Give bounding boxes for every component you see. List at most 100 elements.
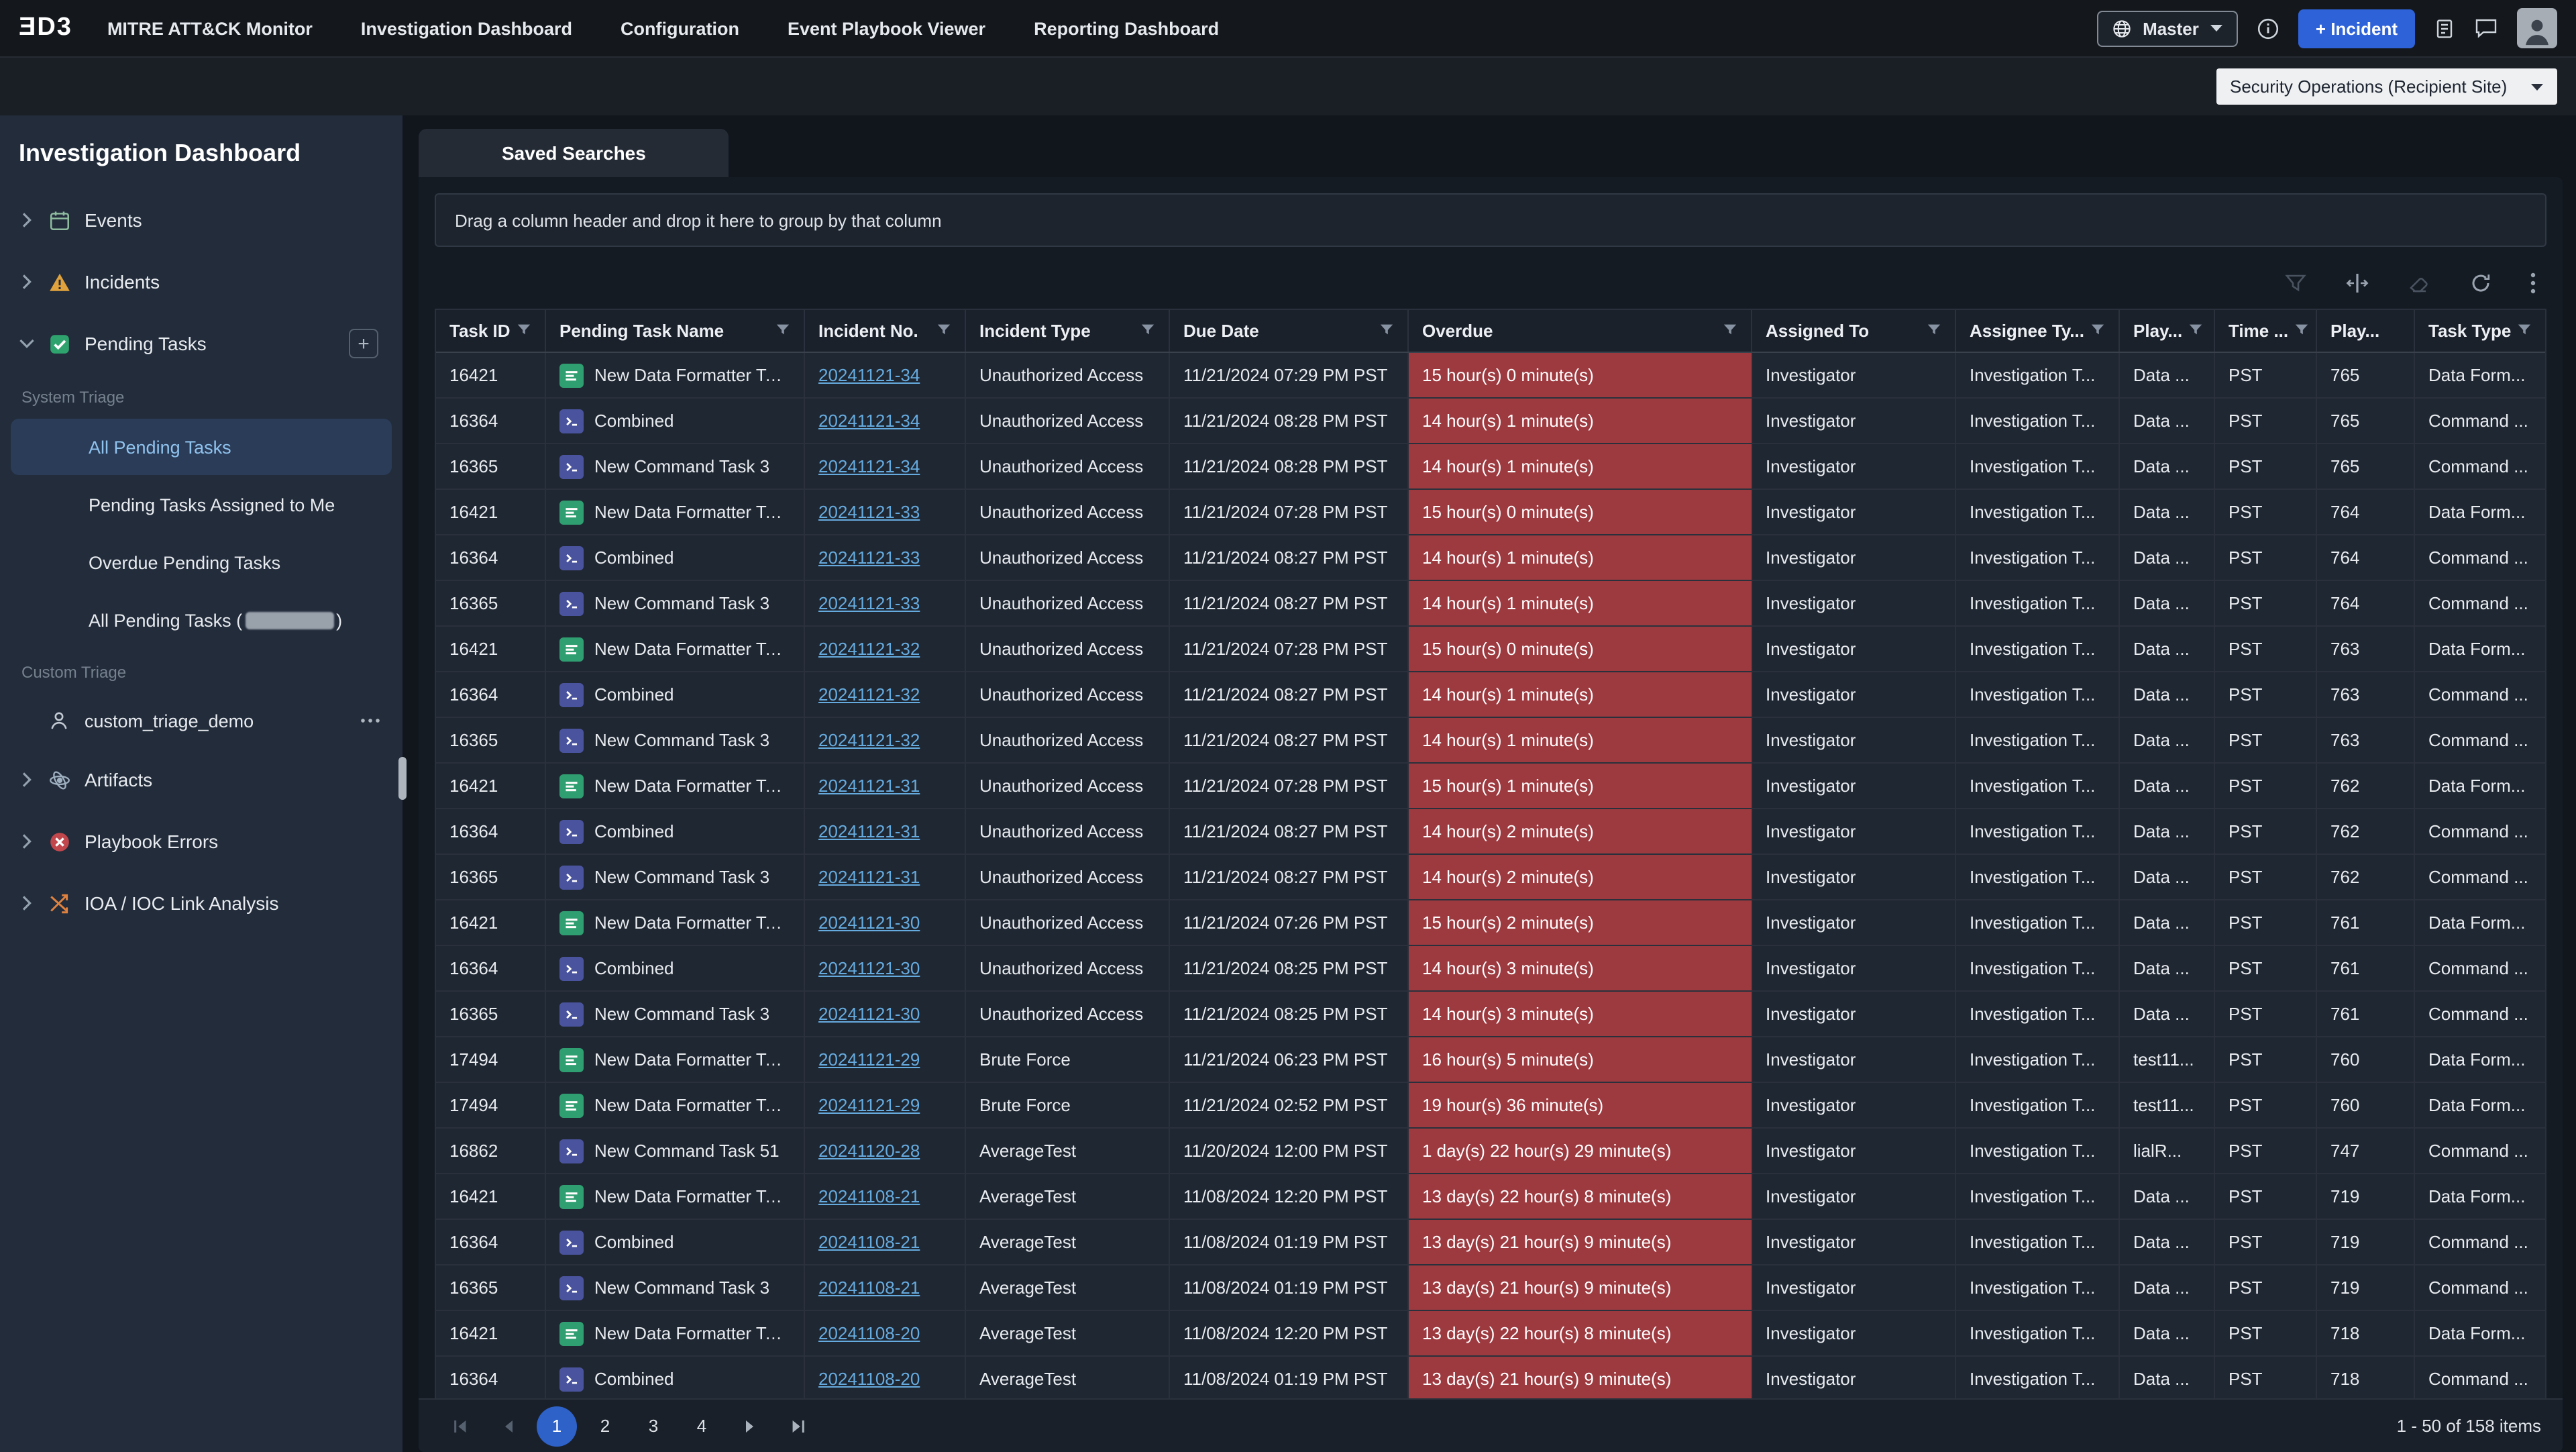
filter-icon[interactable]	[936, 321, 951, 341]
incident-link[interactable]: 20241108-21	[818, 1186, 920, 1206]
pager-page-4[interactable]: 4	[682, 1406, 722, 1446]
table-row[interactable]: 16365New Command Task 320241108-21Averag…	[436, 1265, 2545, 1311]
topnav-item[interactable]: Event Playbook Viewer	[788, 18, 985, 38]
column-header[interactable]: Play...	[2120, 310, 2215, 352]
incident-link[interactable]: 20241120-28	[818, 1141, 920, 1161]
new-incident-button[interactable]: + Incident	[2298, 9, 2415, 48]
table-row[interactable]: 16364Combined20241121-32Unauthorized Acc…	[436, 672, 2545, 718]
clear-filters-icon[interactable]	[2407, 271, 2431, 295]
topnav-item[interactable]: Reporting Dashboard	[1034, 18, 1219, 38]
avatar[interactable]	[2517, 8, 2557, 48]
info-icon[interactable]	[2257, 17, 2279, 40]
sidebar-item-incidents[interactable]: Incidents	[0, 251, 402, 313]
incident-link[interactable]: 20241108-21	[818, 1278, 920, 1298]
filter-icon[interactable]	[1927, 321, 1941, 341]
table-row[interactable]: 16365New Command Task 320241121-30Unauth…	[436, 992, 2545, 1037]
sidebar-item-ioa-ioc-link-analysis[interactable]: IOA / IOC Link Analysis	[0, 872, 402, 934]
table-row[interactable]: 16421New Data Formatter Task 1420241121-…	[436, 764, 2545, 809]
table-row[interactable]: 16862New Command Task 5120241120-28Avera…	[436, 1129, 2545, 1174]
table-row[interactable]: 16365New Command Task 320241121-33Unauth…	[436, 581, 2545, 627]
table-row[interactable]: 16421New Data Formatter Task 1420241121-…	[436, 627, 2545, 672]
pager-first-button[interactable]	[440, 1406, 480, 1446]
filter-icon[interactable]	[2090, 321, 2105, 341]
table-row[interactable]: 16364Combined20241108-21AverageTest11/08…	[436, 1220, 2545, 1265]
incident-link[interactable]: 20241108-20	[818, 1369, 920, 1389]
sidebar-item-overdue-pending-tasks[interactable]: Overdue Pending Tasks	[11, 534, 392, 590]
incident-link[interactable]: 20241121-29	[818, 1049, 920, 1070]
topnav-item[interactable]: Configuration	[621, 18, 739, 38]
incident-link[interactable]: 20241121-30	[818, 958, 920, 978]
sidebar-item-custom-triage-demo[interactable]: custom_triage_demo	[0, 692, 402, 749]
column-header[interactable]: Overdue	[1409, 310, 1752, 352]
table-row[interactable]: 16365New Command Task 320241121-34Unauth…	[436, 444, 2545, 490]
table-row[interactable]: 16421New Data Formatter Task 1420241108-…	[436, 1174, 2545, 1220]
sidebar-item-pending-tasks[interactable]: Pending Tasks +	[0, 313, 402, 374]
add-triage-button[interactable]: +	[349, 329, 378, 358]
table-row[interactable]: 16364Combined20241121-34Unauthorized Acc…	[436, 399, 2545, 444]
column-header[interactable]: Incident No.	[805, 310, 966, 352]
column-header[interactable]: Due Date	[1170, 310, 1409, 352]
table-row[interactable]: 16421New Data Formatter Task 1420241121-…	[436, 490, 2545, 535]
incident-link[interactable]: 20241121-32	[818, 730, 920, 750]
incident-link[interactable]: 20241121-30	[818, 1004, 920, 1024]
sidebar-item-events[interactable]: Events	[0, 189, 402, 251]
table-row[interactable]: 16364Combined20241121-30Unauthorized Acc…	[436, 946, 2545, 992]
more-options-icon[interactable]	[2530, 272, 2536, 294]
filter-icon[interactable]	[775, 321, 790, 341]
incident-link[interactable]: 20241121-32	[818, 684, 920, 705]
pager-page-1[interactable]: 1	[537, 1406, 577, 1446]
filter-icon[interactable]	[2188, 321, 2202, 341]
incident-link[interactable]: 20241121-31	[818, 776, 920, 796]
refresh-icon[interactable]	[2469, 271, 2493, 295]
grouping-icon[interactable]	[2284, 271, 2308, 295]
column-header[interactable]: Assigned To	[1752, 310, 1956, 352]
docs-icon[interactable]	[2434, 17, 2455, 40]
incident-link[interactable]: 20241121-31	[818, 821, 920, 841]
pager-next-button[interactable]	[730, 1406, 770, 1446]
filter-icon[interactable]	[2294, 321, 2308, 341]
table-row[interactable]: 16421New Data Formatter Task 1420241121-…	[436, 900, 2545, 946]
table-row[interactable]: 16364Combined20241108-20AverageTest11/08…	[436, 1357, 2545, 1398]
column-header[interactable]: Pending Task Name	[546, 310, 805, 352]
column-resize-icon[interactable]	[2345, 271, 2369, 295]
incident-link[interactable]: 20241108-21	[818, 1232, 920, 1252]
topnav-item[interactable]: MITRE ATT&CK Monitor	[107, 18, 313, 38]
table-row[interactable]: 16365New Command Task 320241121-32Unauth…	[436, 718, 2545, 764]
d3-logo[interactable]: ƎD3	[19, 13, 72, 43]
sidebar-item-playbook-errors[interactable]: Playbook Errors	[0, 811, 402, 872]
filter-icon[interactable]	[1379, 321, 1394, 341]
column-header[interactable]: Incident Type	[966, 310, 1170, 352]
filter-icon[interactable]	[517, 321, 531, 341]
chat-icon[interactable]	[2474, 17, 2498, 39]
filter-icon[interactable]	[1723, 321, 1737, 341]
column-header[interactable]: Task Type	[2415, 310, 2545, 352]
incident-link[interactable]: 20241121-31	[818, 867, 920, 887]
incident-link[interactable]: 20241121-34	[818, 365, 920, 385]
table-row[interactable]: 16364Combined20241121-33Unauthorized Acc…	[436, 535, 2545, 581]
incident-link[interactable]: 20241121-33	[818, 502, 920, 522]
incident-link[interactable]: 20241121-32	[818, 639, 920, 659]
table-row[interactable]: 16364Combined20241121-31Unauthorized Acc…	[436, 809, 2545, 855]
incident-link[interactable]: 20241121-34	[818, 456, 920, 476]
sidebar-collapse-handle[interactable]	[398, 757, 407, 800]
tab-saved-searches[interactable]: Saved Searches	[419, 129, 729, 177]
table-row[interactable]: 17494New Data Formatter Task 6820241121-…	[436, 1083, 2545, 1129]
incident-link[interactable]: 20241121-30	[818, 913, 920, 933]
sidebar-item-artifacts[interactable]: Artifacts	[0, 749, 402, 811]
more-options-icon[interactable]	[360, 718, 381, 723]
topnav-item[interactable]: Investigation Dashboard	[361, 18, 572, 38]
pager-page-2[interactable]: 2	[585, 1406, 625, 1446]
table-row[interactable]: 16421New Data Formatter Task 1420241121-…	[436, 353, 2545, 399]
incident-link[interactable]: 20241121-29	[818, 1095, 920, 1115]
pager-last-button[interactable]	[778, 1406, 818, 1446]
table-row[interactable]: 16365New Command Task 320241121-31Unauth…	[436, 855, 2545, 900]
incident-link[interactable]: 20241121-33	[818, 593, 920, 613]
master-dropdown[interactable]: Master	[2097, 10, 2238, 46]
column-header[interactable]: Task ID	[436, 310, 546, 352]
pager-page-3[interactable]: 3	[633, 1406, 674, 1446]
column-header[interactable]: Play...	[2317, 310, 2415, 352]
sidebar-item-all-pending-tasks-redacted[interactable]: All Pending Tasks ()	[11, 592, 392, 648]
filter-icon[interactable]	[2517, 321, 2532, 341]
sidebar-item-all-pending-tasks[interactable]: All Pending Tasks	[11, 419, 392, 475]
group-by-dropzone[interactable]: Drag a column header and drop it here to…	[435, 193, 2546, 247]
